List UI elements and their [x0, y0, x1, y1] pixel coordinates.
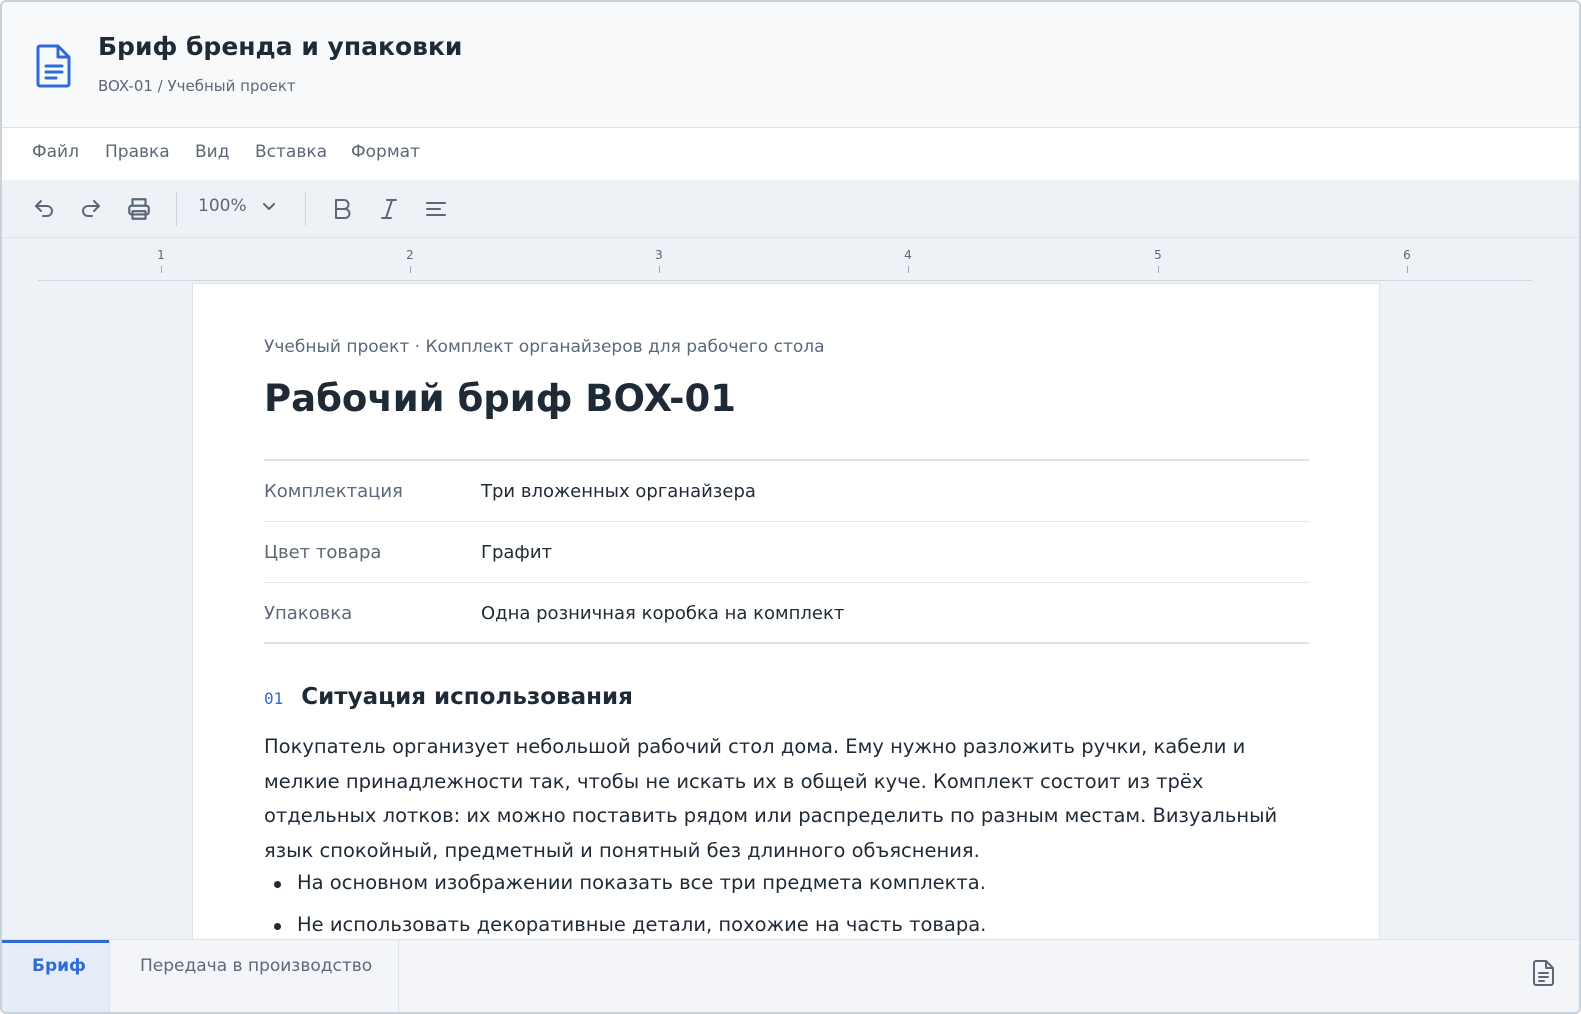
ruler-tick: [410, 266, 411, 273]
italic-icon: [381, 199, 397, 219]
spec-row: Комплектация Три вложенных органайзера: [264, 461, 1309, 522]
tab-divider: [398, 940, 399, 1012]
bullet-list: На основном изображении показать все три…: [264, 870, 1314, 943]
menu-insert[interactable]: Вставка: [255, 142, 327, 162]
align-left-icon: [426, 202, 446, 216]
section-number: 01: [264, 689, 284, 708]
document-icon: [36, 44, 71, 88]
ruler-tick: [1158, 266, 1159, 273]
tab-production-handoff[interactable]: Передача в производство: [110, 940, 398, 1012]
menu-file[interactable]: Файл: [32, 142, 79, 162]
document-page[interactable]: Учебный проект · Комплект органайзеров д…: [192, 283, 1380, 943]
ruler-tick: [908, 266, 909, 273]
undo-button[interactable]: [29, 194, 59, 224]
menu-format[interactable]: Формат: [351, 142, 420, 162]
ruler-number: 2: [406, 248, 414, 262]
list-item: На основном изображении показать все три…: [264, 870, 1314, 896]
toolbar-separator: [176, 192, 177, 226]
bold-button[interactable]: [327, 194, 357, 224]
document-outline-icon[interactable]: [1533, 960, 1555, 986]
redo-icon: [82, 200, 100, 217]
list-item: Не использовать декоративные детали, пох…: [264, 912, 1314, 938]
italic-button[interactable]: [374, 194, 404, 224]
ruler-number: 5: [1154, 248, 1162, 262]
section-heading: 01 Ситуация использования: [264, 684, 633, 710]
ruler-tick: [161, 266, 162, 273]
section-title: Ситуация использования: [301, 684, 633, 710]
toolbar-separator: [305, 192, 306, 226]
tab-label: Бриф: [32, 956, 86, 976]
print-button[interactable]: [124, 194, 154, 224]
spec-table: Комплектация Три вложенных органайзера Ц…: [264, 459, 1309, 644]
bold-icon: [335, 199, 351, 219]
document-eyebrow: Учебный проект · Комплект органайзеров д…: [264, 337, 825, 357]
ruler-number: 3: [655, 248, 663, 262]
menu-edit[interactable]: Правка: [105, 142, 170, 162]
tab-brief[interactable]: Бриф: [2, 940, 109, 1012]
ruler-number: 4: [904, 248, 912, 262]
app-window: Бриф бренда и упаковки BOX-01 / Учебный …: [0, 0, 1581, 1014]
document-header: Бриф бренда и упаковки BOX-01 / Учебный …: [2, 2, 1579, 128]
undo-icon: [35, 200, 53, 217]
spec-key: Цвет товара: [264, 542, 382, 563]
spec-row: Упаковка Одна розничная коробка на компл…: [264, 583, 1309, 644]
breadcrumb: BOX-01 / Учебный проект: [98, 77, 296, 95]
spec-key: Комплектация: [264, 481, 403, 502]
zoom-value: 100%: [198, 196, 247, 216]
menu-bar: Файл Правка Вид Вставка Формат: [2, 128, 1579, 180]
spec-key: Упаковка: [264, 603, 353, 624]
bottom-tab-bar: Бриф Передача в производство: [2, 939, 1579, 1012]
document-heading: Рабочий бриф BOX-01: [264, 377, 737, 420]
align-button[interactable]: [421, 194, 451, 224]
spec-row: Цвет товара Графит: [264, 522, 1309, 583]
ruler: 1 2 3 4 5 6: [38, 238, 1532, 281]
chevron-down-icon: [262, 203, 275, 210]
tab-label: Передача в производство: [140, 956, 373, 976]
section-paragraph: Покупатель организует небольшой рабочий …: [264, 735, 1278, 862]
menu-view[interactable]: Вид: [195, 142, 229, 162]
print-icon: [128, 198, 150, 220]
ruler-tick: [659, 266, 660, 273]
ruler-number: 1: [157, 248, 165, 262]
ruler-number: 6: [1403, 248, 1411, 262]
document-title: Бриф бренда и упаковки: [98, 32, 463, 61]
spec-value: Графит: [481, 542, 553, 563]
ruler-tick: [1407, 266, 1408, 273]
spec-value: Одна розничная коробка на комплект: [481, 603, 845, 624]
zoom-select[interactable]: 100%: [198, 196, 277, 216]
toolbar: 100%: [2, 180, 1579, 238]
redo-button[interactable]: [76, 194, 106, 224]
spec-value: Три вложенных органайзера: [481, 481, 756, 502]
